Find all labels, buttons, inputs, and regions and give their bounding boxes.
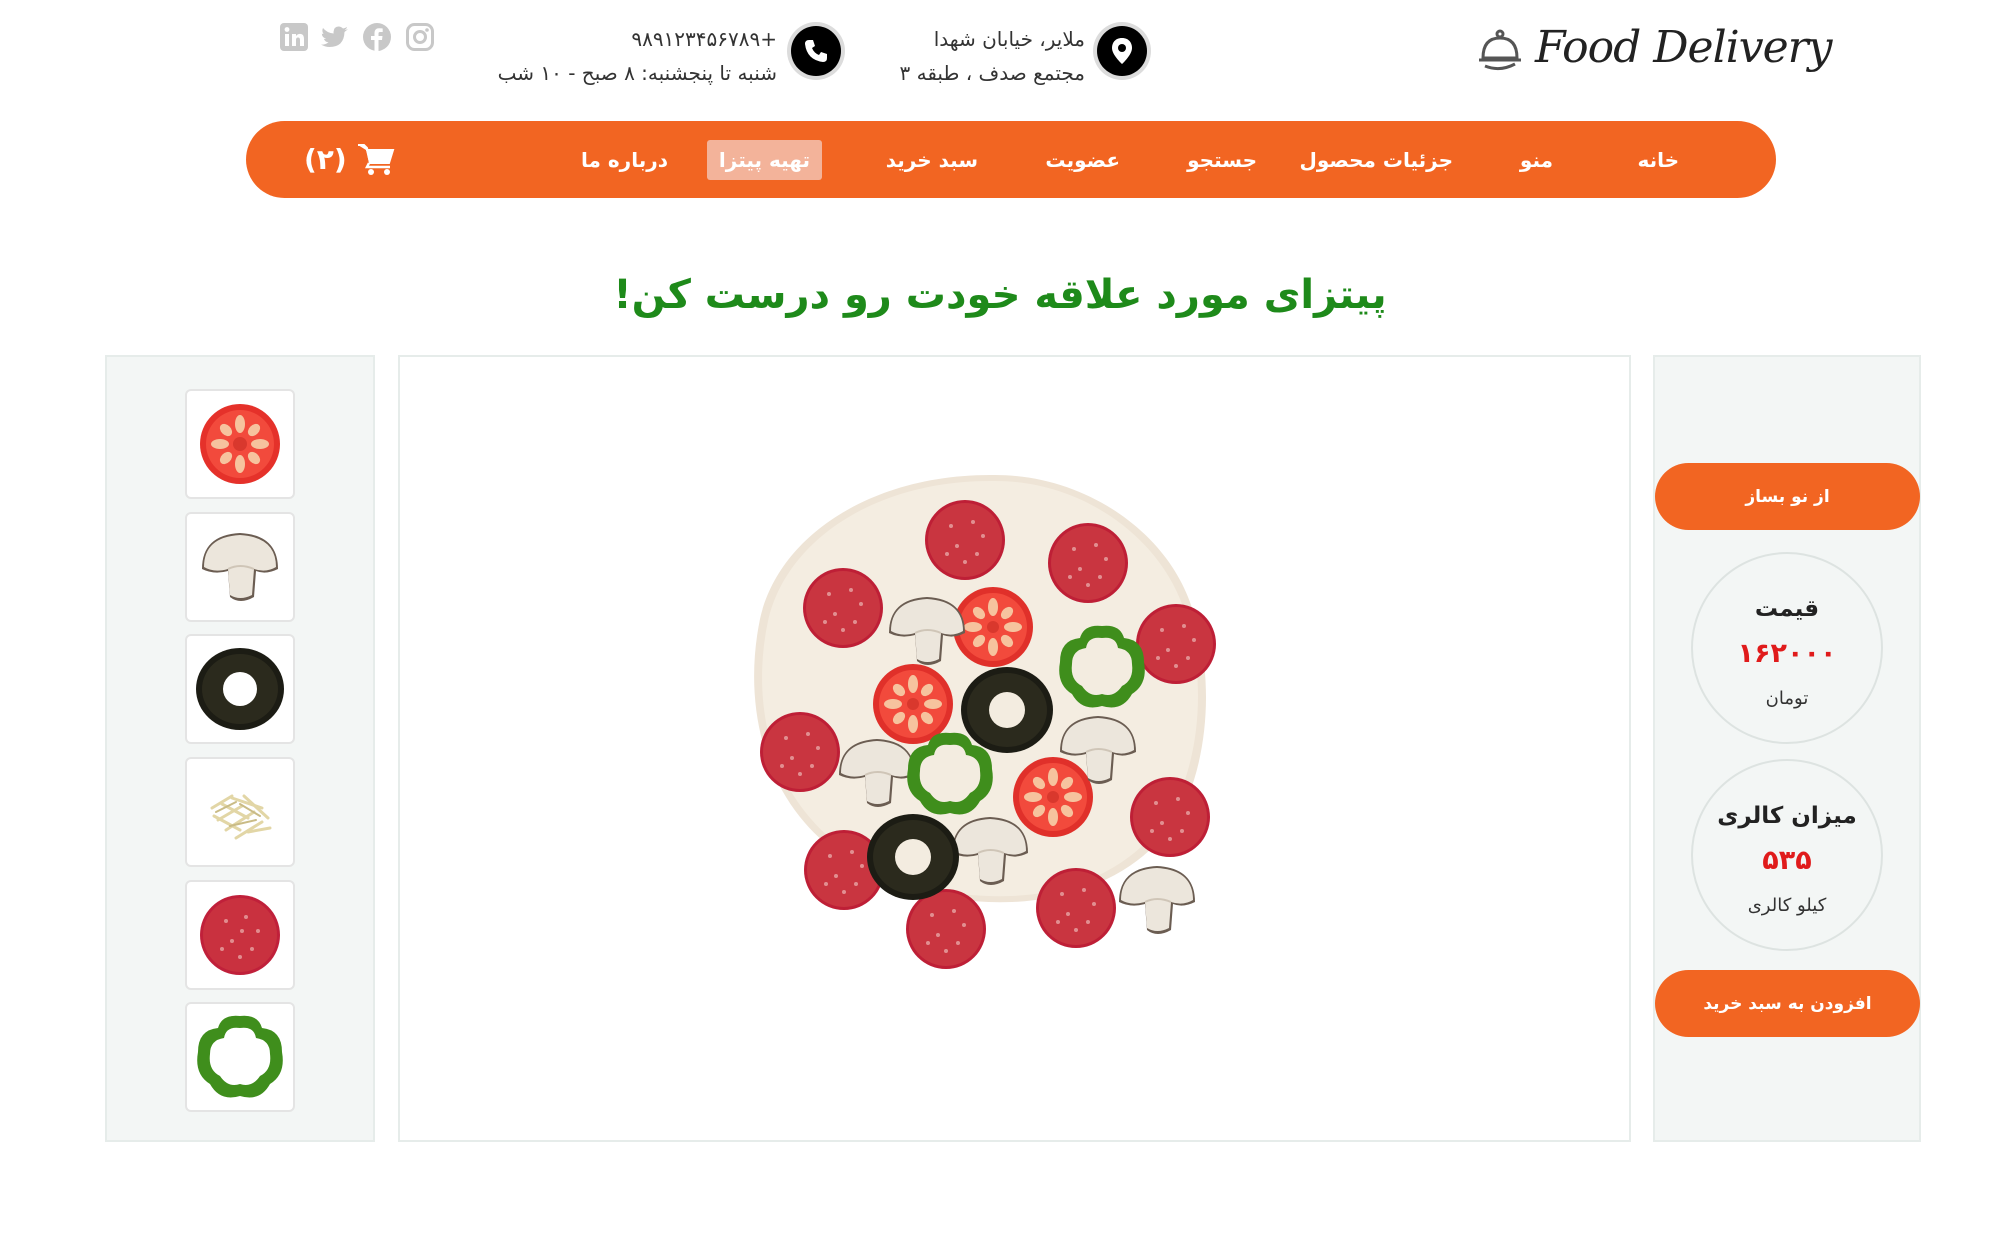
nav-item-menu[interactable]: منو <box>1508 140 1565 180</box>
cheese-icon <box>210 794 272 840</box>
main-nav: خانه منو جزئیات محصول جستجو عضویت سبد خر… <box>246 121 1776 198</box>
calorie-unit: کیلو کالری <box>1747 895 1827 916</box>
location-icon <box>1097 26 1147 76</box>
summary-panel: از نو بساز قیمت ۱۶۲۰۰۰ تومان میزان کالری… <box>1653 355 1921 1142</box>
linkedin-icon[interactable] <box>279 22 309 52</box>
ingredient-olive[interactable] <box>185 634 295 744</box>
brand-logo[interactable]: Food Delivery <box>1475 18 1833 88</box>
ingredient-mushroom[interactable] <box>185 512 295 622</box>
topping-salami <box>1130 777 1210 857</box>
tomato-icon <box>200 404 280 484</box>
nav-item-search[interactable]: جستجو <box>1175 140 1269 180</box>
ingredient-cheese[interactable] <box>185 757 295 867</box>
topping-tomato <box>873 664 953 744</box>
topping-salami <box>1048 523 1128 603</box>
pizza-preview <box>754 474 1216 969</box>
twitter-icon[interactable] <box>320 22 350 52</box>
working-hours: شنبه تا پنجشنبه: ۸ صبح - ۱۰ شب <box>497 61 777 85</box>
brand-name: Food Delivery <box>1535 22 1833 73</box>
price-title: قیمت <box>1754 596 1820 622</box>
topping-olive <box>867 814 959 900</box>
facebook-icon[interactable] <box>362 22 392 52</box>
pizza-canvas[interactable] <box>398 355 1631 1142</box>
nav-item-product-details[interactable]: جزئیات محصول <box>1288 140 1466 180</box>
cart-icon <box>357 144 395 175</box>
calorie-circle: میزان کالری ۵۳۵ کیلو کالری <box>1691 759 1883 951</box>
nav-item-signup[interactable]: عضویت <box>1033 140 1132 180</box>
phone-icon <box>791 26 841 76</box>
olive-icon <box>196 648 284 730</box>
cart-count: (۲) <box>304 142 347 176</box>
calorie-value: ۵۳۵ <box>1762 845 1812 876</box>
reset-button[interactable]: از نو بساز <box>1655 463 1920 530</box>
topping-salami <box>906 889 986 969</box>
ingredients-panel <box>105 355 375 1142</box>
topping-tomato <box>953 587 1033 667</box>
ingredient-pepper[interactable] <box>185 1002 295 1112</box>
nav-item-cart[interactable]: سبد خرید <box>874 140 990 180</box>
price-value: ۱۶۲۰۰۰ <box>1737 638 1837 669</box>
pepper-icon <box>197 1015 283 1098</box>
cloche-icon <box>1479 29 1521 71</box>
topping-salami <box>925 500 1005 580</box>
topping-mushroom <box>1118 865 1196 935</box>
topping-salami <box>803 568 883 648</box>
topping-salami <box>1136 604 1216 684</box>
add-to-cart-button[interactable]: افزودن به سبد خرید <box>1655 970 1920 1037</box>
mushroom-icon <box>202 533 278 601</box>
salami-icon <box>200 895 280 975</box>
nav-item-make-pizza[interactable]: تهیه پیتزا <box>706 140 822 180</box>
phone-block: +۹۸۹۱۲۳۴۵۶۷۸۹ شنبه تا پنجشنبه: ۸ صبح - ۱… <box>457 22 777 90</box>
nav-item-about[interactable]: درباره ما <box>569 140 680 180</box>
page-title: پیتزای مورد علاقه خودت رو درست کن! <box>613 272 1387 318</box>
calorie-title: میزان کالری <box>1717 803 1857 829</box>
instagram-icon[interactable] <box>405 22 435 52</box>
nav-item-home[interactable]: خانه <box>1625 140 1691 180</box>
cart-button[interactable]: (۲) <box>304 137 395 181</box>
ingredient-salami[interactable] <box>185 880 295 990</box>
topping-salami <box>1036 868 1116 948</box>
ingredient-tomato[interactable] <box>185 389 295 499</box>
price-unit: تومان <box>1765 688 1809 709</box>
topping-tomato <box>1013 757 1093 837</box>
topping-salami <box>760 712 840 792</box>
topping-olive <box>961 667 1053 753</box>
price-circle: قیمت ۱۶۲۰۰۰ تومان <box>1691 552 1883 744</box>
phone-number[interactable]: +۹۸۹۱۲۳۴۵۶۷۸۹ <box>457 22 777 56</box>
